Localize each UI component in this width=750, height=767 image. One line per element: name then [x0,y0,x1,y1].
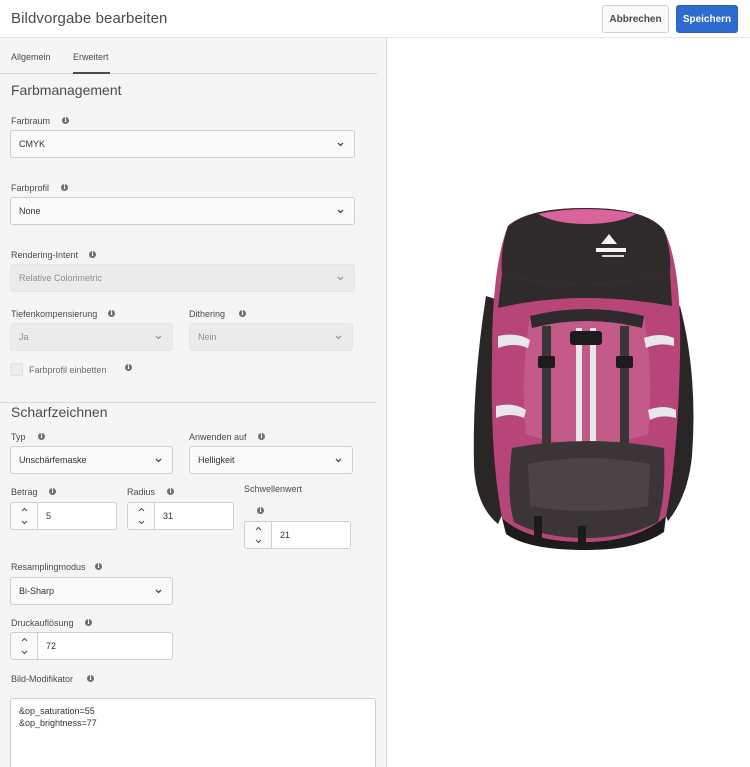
rendering-intent-select[interactable]: Relative Colorimetric [10,264,355,292]
info-icon[interactable]: i [38,433,45,440]
active-tab-indicator [73,72,110,74]
info-icon[interactable]: i [167,488,174,495]
color-management-heading: Farbmanagement [11,82,122,98]
print-resolution-input[interactable]: 72 [37,632,173,660]
info-icon[interactable]: i [239,310,246,317]
type-label: Typ [11,432,26,442]
threshold-input[interactable]: 21 [271,521,351,549]
tab-advanced[interactable]: Erweitert [73,52,109,62]
dithering-value: Nein [198,332,217,342]
radius-input[interactable]: 31 [154,502,234,530]
rendering-intent-value: Relative Colorimetric [19,273,103,283]
tab-bar: Allgemein Erweitert [0,38,387,74]
embed-profile-checkbox[interactable] [10,363,23,376]
dithering-label: Dithering [189,309,226,319]
info-icon[interactable]: i [85,619,92,626]
color-profile-select[interactable]: None [10,197,355,225]
color-space-value: CMYK [19,139,46,149]
type-value: Unschärfemaske [19,455,87,465]
print-resolution-stepper: 72 [10,632,173,660]
cancel-button[interactable]: Abbrechen [602,5,669,33]
apply-to-label: Anwenden auf [189,432,247,442]
decrement-icon[interactable] [11,646,37,659]
info-icon[interactable]: i [95,563,102,570]
increment-icon[interactable] [245,522,271,535]
threshold-label: Schwellenwert [244,484,303,494]
chevron-down-icon [155,457,162,464]
decrement-icon[interactable] [245,535,271,548]
info-icon[interactable]: i [61,184,68,191]
image-modifier-label: Bild-Modifikator [11,674,74,684]
increment-icon[interactable] [128,503,154,516]
backpack-product-image [473,208,694,550]
increment-icon[interactable] [11,633,37,646]
info-icon[interactable]: i [62,117,69,124]
print-resolution-label: Druckauflösung [11,618,74,628]
modifier-line: &op_saturation=55 [19,706,95,716]
chevron-down-icon [155,588,162,595]
depth-compensation-value: Ja [19,332,29,342]
dialog-header: Bildvorgabe bearbeiten Abbrechen Speiche… [0,0,750,38]
rendering-intent-label: Rendering-Intent [11,250,79,260]
tab-general[interactable]: Allgemein [11,52,51,62]
modifier-line: &op_brightness=77 [19,718,97,728]
color-space-label: Farbraum [11,116,51,126]
info-icon[interactable]: i [125,364,132,371]
decrement-icon[interactable] [11,516,37,529]
info-icon[interactable]: i [258,433,265,440]
chevron-down-icon [337,208,344,215]
chevron-down-icon [335,457,342,464]
info-icon[interactable]: i [49,488,56,495]
save-button[interactable]: Speichern [676,5,738,33]
preview-panel [388,38,750,767]
amount-input[interactable]: 5 [37,502,117,530]
color-profile-value: None [19,206,41,216]
radius-stepper: 31 [127,502,234,530]
settings-panel: Allgemein Erweitert Farbmanagement Farbr… [0,38,387,767]
amount-stepper: 5 [10,502,117,530]
resampling-value: Bi-Sharp [19,586,55,596]
chevron-down-icon [155,334,162,341]
depth-compensation-select[interactable]: Ja [10,323,173,351]
threshold-stepper: 21 [244,521,351,549]
chevron-down-icon [337,275,344,282]
resampling-label: Resamplingmodus [11,562,86,572]
image-modifier-textarea[interactable]: &op_saturation=55 &op_brightness=77 [10,698,376,767]
increment-icon[interactable] [11,503,37,516]
apply-to-select[interactable]: Helligkeit [189,446,353,474]
type-select[interactable]: Unschärfemaske [10,446,173,474]
info-icon[interactable]: i [87,675,94,682]
info-icon[interactable]: i [108,310,115,317]
depth-compensation-label: Tiefenkompensierung [11,309,98,319]
chevron-down-icon [337,141,344,148]
page-title: Bildvorgabe bearbeiten [11,10,168,27]
resampling-select[interactable]: Bi-Sharp [10,577,173,605]
info-icon[interactable]: i [89,251,96,258]
decrement-icon[interactable] [128,516,154,529]
section-divider [0,402,376,403]
info-icon[interactable]: i [257,507,264,514]
dithering-select[interactable]: Nein [189,323,353,351]
apply-to-value: Helligkeit [198,455,235,465]
amount-label: Betrag [11,487,38,497]
color-profile-label: Farbprofil [11,183,50,193]
color-space-select[interactable]: CMYK [10,130,355,158]
radius-label: Radius [127,487,156,497]
tab-divider [0,73,377,74]
chevron-down-icon [335,334,342,341]
embed-profile-label: Farbprofil einbetten [29,365,107,375]
sharpening-heading: Scharfzeichnen [11,404,108,420]
